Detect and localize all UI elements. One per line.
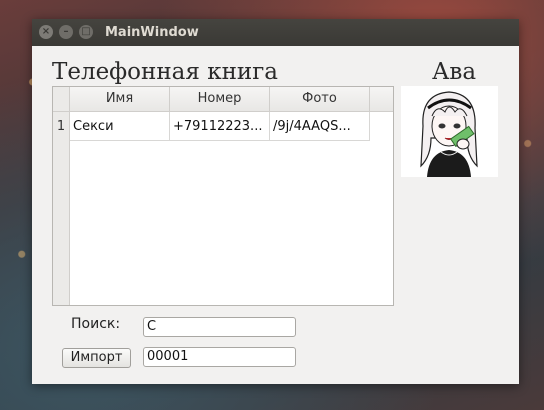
import-button[interactable]: Импорт <box>62 348 131 368</box>
search-label: Поиск: <box>71 316 121 332</box>
avatar-image <box>401 86 498 177</box>
close-icon[interactable]: × <box>39 25 53 39</box>
phonebook-title: Телефонная книга <box>52 59 279 85</box>
title-bar[interactable]: × – □ MainWindow <box>32 19 519 46</box>
table-corner-button[interactable] <box>53 87 70 112</box>
contacts-table[interactable]: Имя Номер Фото 1 Секси +79112223... /9j/… <box>52 86 394 306</box>
avatar-title: Ава <box>432 59 477 85</box>
cell-name[interactable]: Секси <box>70 112 170 141</box>
header-filler <box>370 87 393 112</box>
column-header-photo[interactable]: Фото <box>270 87 370 112</box>
column-header-name[interactable]: Имя <box>70 87 170 112</box>
cell-photo[interactable]: /9j/4AAQS... <box>270 112 370 141</box>
import-input[interactable] <box>143 347 296 367</box>
main-window: × – □ MainWindow Телефонная книга Ава Им… <box>32 19 519 384</box>
maximize-icon[interactable]: □ <box>79 25 93 39</box>
minimize-icon[interactable]: – <box>59 25 73 39</box>
row-header[interactable]: 1 <box>53 112 69 141</box>
window-title: MainWindow <box>105 25 199 40</box>
search-input[interactable] <box>143 317 296 337</box>
column-header-phone[interactable]: Номер <box>170 87 270 112</box>
cell-phone[interactable]: +79112223... <box>170 112 270 141</box>
